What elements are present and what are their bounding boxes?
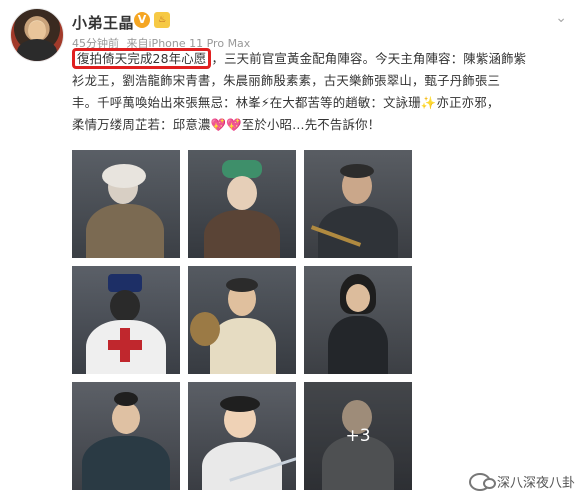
- gallery-image[interactable]: [188, 266, 296, 374]
- wechat-icon: [468, 472, 496, 491]
- avatar-body: [17, 39, 57, 61]
- post-text: 復拍倚天完成28年心愿 ，三天前官宣黃金配角陣容。今天主角陣容：陳紫涵飾紫 衫龙王…: [72, 48, 572, 136]
- avatar[interactable]: [10, 8, 64, 62]
- gallery-image[interactable]: [72, 150, 180, 258]
- gallery-image[interactable]: [188, 382, 296, 490]
- highlighted-text: 復拍倚天完成28年心愿: [72, 48, 212, 69]
- heart-emoji: 💖💖: [210, 117, 242, 132]
- member-badge-icon: ♨: [154, 12, 170, 28]
- gallery-image[interactable]: [72, 382, 180, 490]
- post-line-4b: 至於小昭…先不告訴你！: [241, 117, 381, 132]
- more-photos-count[interactable]: +3: [304, 382, 412, 490]
- gallery-image[interactable]: [188, 150, 296, 258]
- gallery-image[interactable]: [304, 266, 412, 374]
- post-line-2: 衫龙王，劉浩龍飾宋青書，朱晨丽飾殷素素，古天樂飾張翠山，甄子丹飾張三: [72, 73, 501, 88]
- post-line-4a: 柔情万缕周芷若：邱意濃: [72, 117, 211, 132]
- post-line-3: 丰。千呼萬喚始出來張無忌：林峯⚡在大都苦等的趙敏：文詠珊✨亦正亦邪，: [72, 95, 500, 110]
- gallery-image[interactable]: [304, 150, 412, 258]
- image-gallery: +3: [72, 150, 412, 490]
- avatar-face: [28, 21, 46, 41]
- watermark-text: 深八深夜八卦: [496, 476, 575, 491]
- watermark: 深八深夜八卦: [468, 472, 575, 491]
- chevron-down-icon[interactable]: ⌄: [555, 10, 567, 26]
- gallery-image-more[interactable]: +3: [304, 382, 412, 490]
- vip-icon: V: [134, 12, 150, 28]
- username[interactable]: 小弟王晶: [72, 12, 134, 33]
- post-line-1: ，三天前官宣黃金配角陣容。今天主角陣容：陳紫涵飾紫: [211, 51, 527, 66]
- gallery-image[interactable]: [72, 266, 180, 374]
